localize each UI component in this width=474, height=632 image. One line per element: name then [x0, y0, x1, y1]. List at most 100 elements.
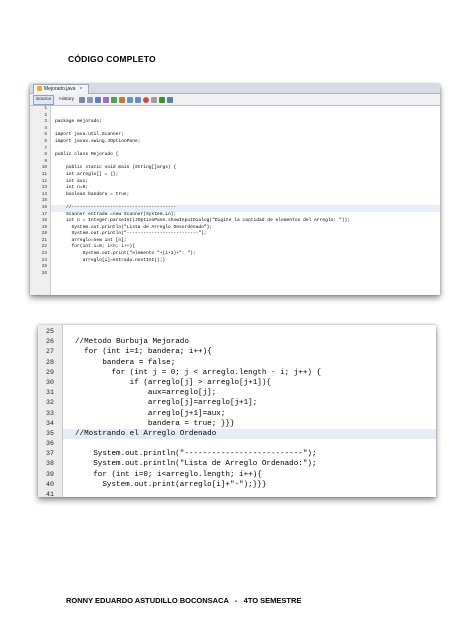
line-number: 22	[41, 244, 47, 250]
shift-left-icon[interactable]	[127, 96, 134, 103]
file-tab[interactable]: Mejorado.java ×	[33, 84, 90, 94]
line-number: 37	[46, 450, 54, 458]
line-number: 40	[46, 480, 54, 488]
line-number: 6	[44, 138, 47, 144]
author-footer: RONNY EDUARDO ASTUDILLO BOCONSACA - 4TO …	[66, 596, 302, 605]
java-file-icon	[37, 86, 42, 91]
line-number: 39	[46, 470, 54, 478]
code-line: for (int i=1; bandera; i++){	[75, 348, 212, 357]
bookmark-icon[interactable]	[111, 96, 118, 103]
code-line: System.out.println("--------------------…	[75, 450, 317, 459]
line-number: 26	[46, 338, 54, 346]
code-line: bandera = false;	[75, 358, 176, 367]
code-area[interactable]: package mejorado; import java.util.Scanne…	[51, 106, 440, 295]
page-heading: CÓDIGO COMPLETO	[68, 54, 156, 64]
code-line: arreglo[j+1]=aux;	[75, 409, 226, 418]
code-line: System.out.println("--------------------…	[55, 231, 207, 237]
code-line: package mejorado;	[55, 119, 102, 125]
line-number: 2	[44, 112, 47, 118]
line-number: 29	[46, 368, 54, 376]
line-number: 36	[46, 440, 54, 448]
line-number: 25	[41, 264, 47, 270]
line-number: 35	[46, 429, 54, 437]
shift-right-icon[interactable]	[135, 96, 142, 103]
source-tab[interactable]: Source	[33, 94, 55, 105]
uncomment-icon[interactable]	[167, 96, 174, 103]
line-number: 25	[46, 328, 54, 335]
history-tab[interactable]: History	[56, 95, 77, 105]
line-number: 27	[46, 348, 54, 356]
line-number: 3	[44, 119, 47, 125]
code-line: for (int i=0; i<arreglo.length; i++){	[75, 470, 262, 479]
back-icon[interactable]	[79, 96, 86, 103]
code-line: bandera = true; }}}	[75, 419, 235, 428]
line-number: 5	[44, 132, 47, 138]
forward-icon[interactable]	[87, 96, 94, 103]
code-line: //Mostrando el Arreglo Ordenado	[63, 428, 436, 440]
editor-tab-bar: Mejorado.java ×	[30, 84, 440, 94]
line-number: 17	[41, 211, 47, 217]
line-number: 18	[41, 218, 47, 224]
file-tab-label: Mejorado.java	[44, 86, 76, 92]
line-number: 12	[41, 178, 47, 184]
comment-icon[interactable]	[159, 96, 166, 103]
line-number: 10	[41, 165, 47, 171]
code-line: System.out.print("elemento "+(i+1)+": ")…	[55, 251, 196, 257]
line-number: 4	[44, 125, 47, 131]
stop-macro-icon[interactable]	[151, 96, 158, 103]
line-number: 28	[46, 358, 54, 366]
toggle-highlight-icon[interactable]	[119, 96, 126, 103]
line-number: 20	[41, 231, 47, 237]
code-line: //Metodo Burbuja Mejorado	[75, 338, 189, 347]
line-number: 16	[41, 204, 47, 210]
line-number: 19	[41, 224, 47, 230]
find-icon[interactable]	[95, 96, 102, 103]
line-number: 21	[41, 237, 47, 243]
editor-toolbar: Source History	[30, 94, 440, 106]
line-number: 7	[44, 145, 47, 151]
line-number: 8	[44, 152, 47, 158]
close-tab-icon[interactable]: ×	[79, 86, 82, 92]
record-macro-icon[interactable]	[143, 96, 150, 103]
code-line: import java.util.Scanner;	[55, 132, 124, 138]
line-number: 41	[46, 491, 54, 497]
line-number-gutter: 1 2 3 4 5 6 7 8 9 10 11 12 13 14 15 16 17 18 19 20 21 22 23 24 2…	[30, 106, 51, 295]
line-number: 11	[41, 171, 47, 177]
code-line: int arreglo[] = {};	[55, 171, 119, 177]
code-line: System.out.println("Lista de Arreglo Ord…	[75, 460, 317, 469]
line-number: 26	[41, 270, 47, 276]
search-icon[interactable]	[103, 96, 110, 103]
code-line: System.out.print(arreglo[i]+"-");}}}	[75, 480, 267, 489]
line-number: 14	[41, 191, 47, 197]
code-area[interactable]: //Metodo Burbuja Mejorado for (int i=1; …	[63, 325, 436, 497]
code-line: arreglo[j]=arreglo[j+1];	[75, 399, 258, 408]
line-number: 9	[44, 158, 47, 164]
code-line: int n=0;	[55, 185, 89, 191]
line-number: 15	[41, 198, 47, 204]
line-number-gutter: 25 26 27 28 29 30 31 32 33 34 35 36 37 38 39 40 41	[38, 325, 63, 497]
line-number: 24	[41, 257, 47, 263]
line-number: 1	[44, 106, 47, 111]
line-number: 30	[46, 378, 54, 386]
code-line: int aux;	[55, 178, 89, 184]
code-line: aux=arreglo[j];	[75, 389, 217, 398]
code-editor[interactable]: 1 2 3 4 5 6 7 8 9 10 11 12 13 14 15 16 17 18 19 20 21 22 23 24 2…	[30, 106, 440, 295]
code-line: boolean bandera = true;	[55, 191, 130, 197]
line-number: 34	[46, 419, 54, 427]
code-line: int n = Integer.parseInt(JOptionPane.sho…	[55, 218, 350, 224]
code-line: arreglo[i]=entrada.nextInt();}	[55, 257, 166, 263]
line-number: 33	[46, 409, 54, 417]
zoomed-code-screenshot: 25 26 27 28 29 30 31 32 33 34 35 36 37 38 39 40 41 //Met…	[38, 325, 436, 497]
line-number: 31	[46, 389, 54, 397]
code-line: for (int j = 0; j < arreglo.length - i; …	[75, 368, 322, 377]
line-number: 32	[46, 399, 54, 407]
line-number: 13	[41, 185, 47, 191]
code-line: import javax.swing.JOptionPane;	[55, 138, 141, 144]
